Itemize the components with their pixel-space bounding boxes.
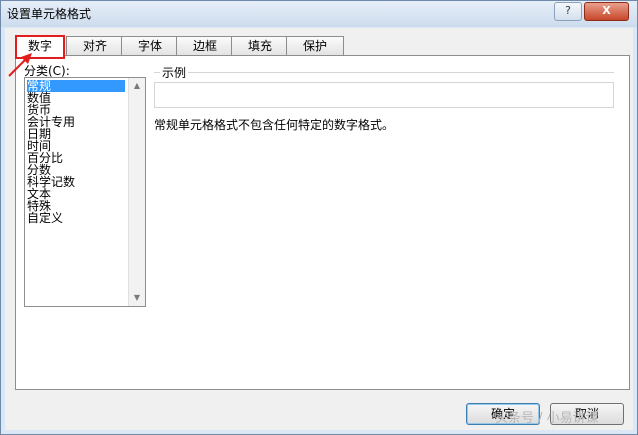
sample-group: 示例: [154, 64, 614, 108]
tab-border[interactable]: 边框: [176, 36, 234, 55]
triangle-up-icon[interactable]: ▲: [129, 79, 145, 93]
title-bar[interactable]: 设置单元格格式 ? X: [1, 1, 637, 27]
dialog-content: 数字 对齐 字体 边框 填充 保护 分类(C): 常规 数值 货币 会计专用 日…: [5, 28, 633, 430]
format-description: 常规单元格格式不包含任何特定的数字格式。: [154, 118, 395, 132]
category-listbox[interactable]: 常规 数值 货币 会计专用 日期 时间 百分比 分数 科学记数 文本 特殊 自定…: [24, 77, 146, 307]
number-tab-panel: 分类(C): 常规 数值 货币 会计专用 日期 时间 百分比 分数 科学记数 文…: [15, 55, 630, 390]
watermark: 头条号 / 小易讲课: [495, 411, 599, 426]
sample-preview: [154, 82, 614, 108]
tab-protection[interactable]: 保护: [286, 36, 344, 55]
help-button[interactable]: ?: [554, 2, 582, 21]
tab-font[interactable]: 字体: [121, 36, 179, 55]
category-scrollbar[interactable]: ▲ ▼: [128, 78, 145, 306]
format-cells-dialog: 设置单元格格式 ? X 数字 对齐 字体 边框 填充 保护 分类(C): 常规 …: [0, 0, 638, 435]
category-item-custom[interactable]: 自定义: [27, 212, 125, 224]
sample-group-line: [154, 72, 614, 73]
triangle-down-icon[interactable]: ▼: [129, 291, 145, 305]
tab-alignment[interactable]: 对齐: [66, 36, 124, 55]
red-arrow-icon: [8, 53, 32, 77]
sample-label: 示例: [160, 64, 189, 81]
category-list: 常规 数值 货币 会计专用 日期 时间 百分比 分数 科学记数 文本 特殊 自定…: [27, 80, 125, 224]
tab-fill[interactable]: 填充: [231, 36, 289, 55]
close-button[interactable]: X: [584, 2, 629, 21]
